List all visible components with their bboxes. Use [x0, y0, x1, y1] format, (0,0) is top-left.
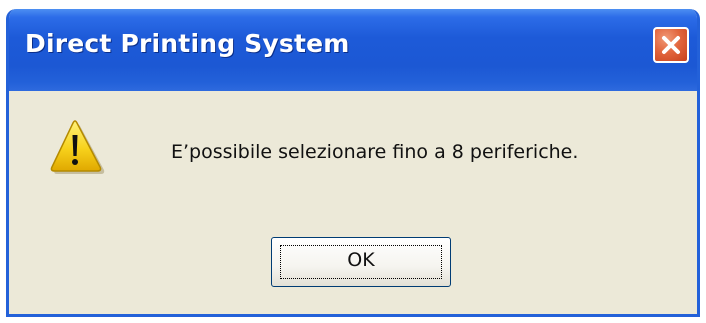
warning-icon — [50, 120, 105, 174]
window-title: Direct Printing System — [25, 29, 350, 58]
ok-button-label: OK — [347, 249, 375, 271]
dialog-content: E’possibile selezionare fino a 8 perifer… — [9, 91, 697, 314]
ok-button[interactable]: OK — [271, 237, 451, 287]
title-bar[interactable]: Direct Printing System — [9, 9, 697, 91]
close-button[interactable] — [653, 27, 689, 63]
message-dialog: Direct Printing System E’possibile selez… — [6, 9, 700, 317]
close-icon — [662, 36, 680, 54]
dialog-message: E’possibile selezionare fino a 8 perifer… — [171, 141, 579, 163]
